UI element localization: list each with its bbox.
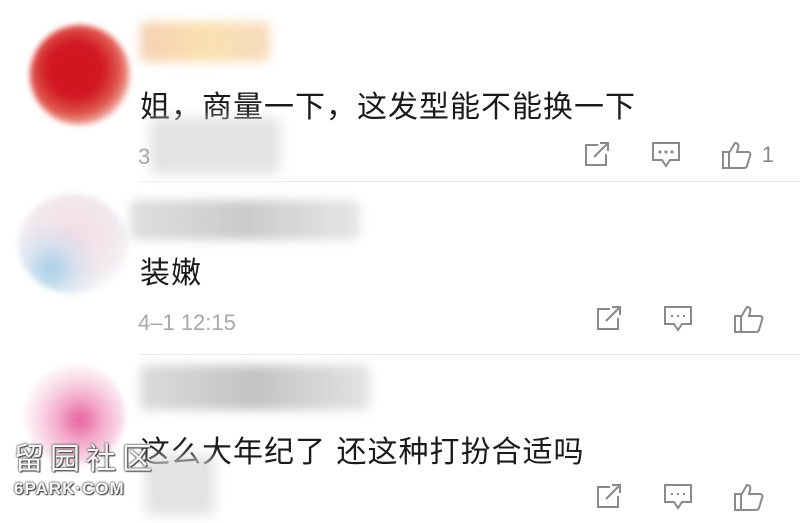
share-button[interactable]	[594, 483, 624, 511]
comment-list: 姐，商量一下，这发型能不能换一下 3 1 装嫩 4–1 12:15 这么大年纪了…	[0, 0, 800, 523]
share-button[interactable]	[594, 305, 624, 333]
reply-button[interactable]	[650, 140, 682, 170]
reply-icon	[664, 306, 692, 332]
username-blurred[interactable]	[140, 22, 270, 62]
username-blurred[interactable]	[140, 365, 370, 410]
share-icon	[597, 306, 621, 330]
comment-item: 姐，商量一下，这发型能不能换一下 3 1	[0, 0, 800, 180]
watermark-en: 6PARK·COM	[14, 479, 125, 498]
like-icon	[734, 483, 764, 511]
comment-item: 装嫩 4–1 12:15	[0, 182, 800, 352]
like-icon	[734, 305, 764, 333]
like-icon	[721, 141, 752, 169]
share-button[interactable]	[582, 141, 612, 169]
comment-timestamp: 4–1 12:15	[138, 310, 236, 335]
reply-button[interactable]	[662, 304, 694, 334]
like-button[interactable]	[732, 482, 774, 512]
comment-actions	[594, 304, 774, 334]
comment-timestamp: 3	[138, 144, 151, 169]
watermark-cn: 留园社区	[14, 442, 158, 477]
like-button[interactable]	[732, 304, 774, 334]
comment-text: 装嫩	[140, 256, 202, 291]
reply-button[interactable]	[662, 482, 694, 512]
comment-actions: 1	[582, 140, 774, 170]
share-icon	[597, 484, 621, 508]
avatar[interactable]	[30, 25, 130, 125]
meta-blurred	[150, 118, 280, 174]
like-button[interactable]: 1	[720, 140, 774, 170]
watermark: 留园社区 6PARK·COM	[14, 443, 174, 499]
avatar[interactable]	[18, 194, 128, 294]
reply-icon	[651, 142, 680, 168]
like-count: 1	[761, 142, 774, 167]
comment-actions	[594, 482, 774, 512]
reply-icon	[664, 484, 692, 510]
username-blurred[interactable]	[130, 200, 360, 240]
share-icon	[584, 142, 609, 166]
